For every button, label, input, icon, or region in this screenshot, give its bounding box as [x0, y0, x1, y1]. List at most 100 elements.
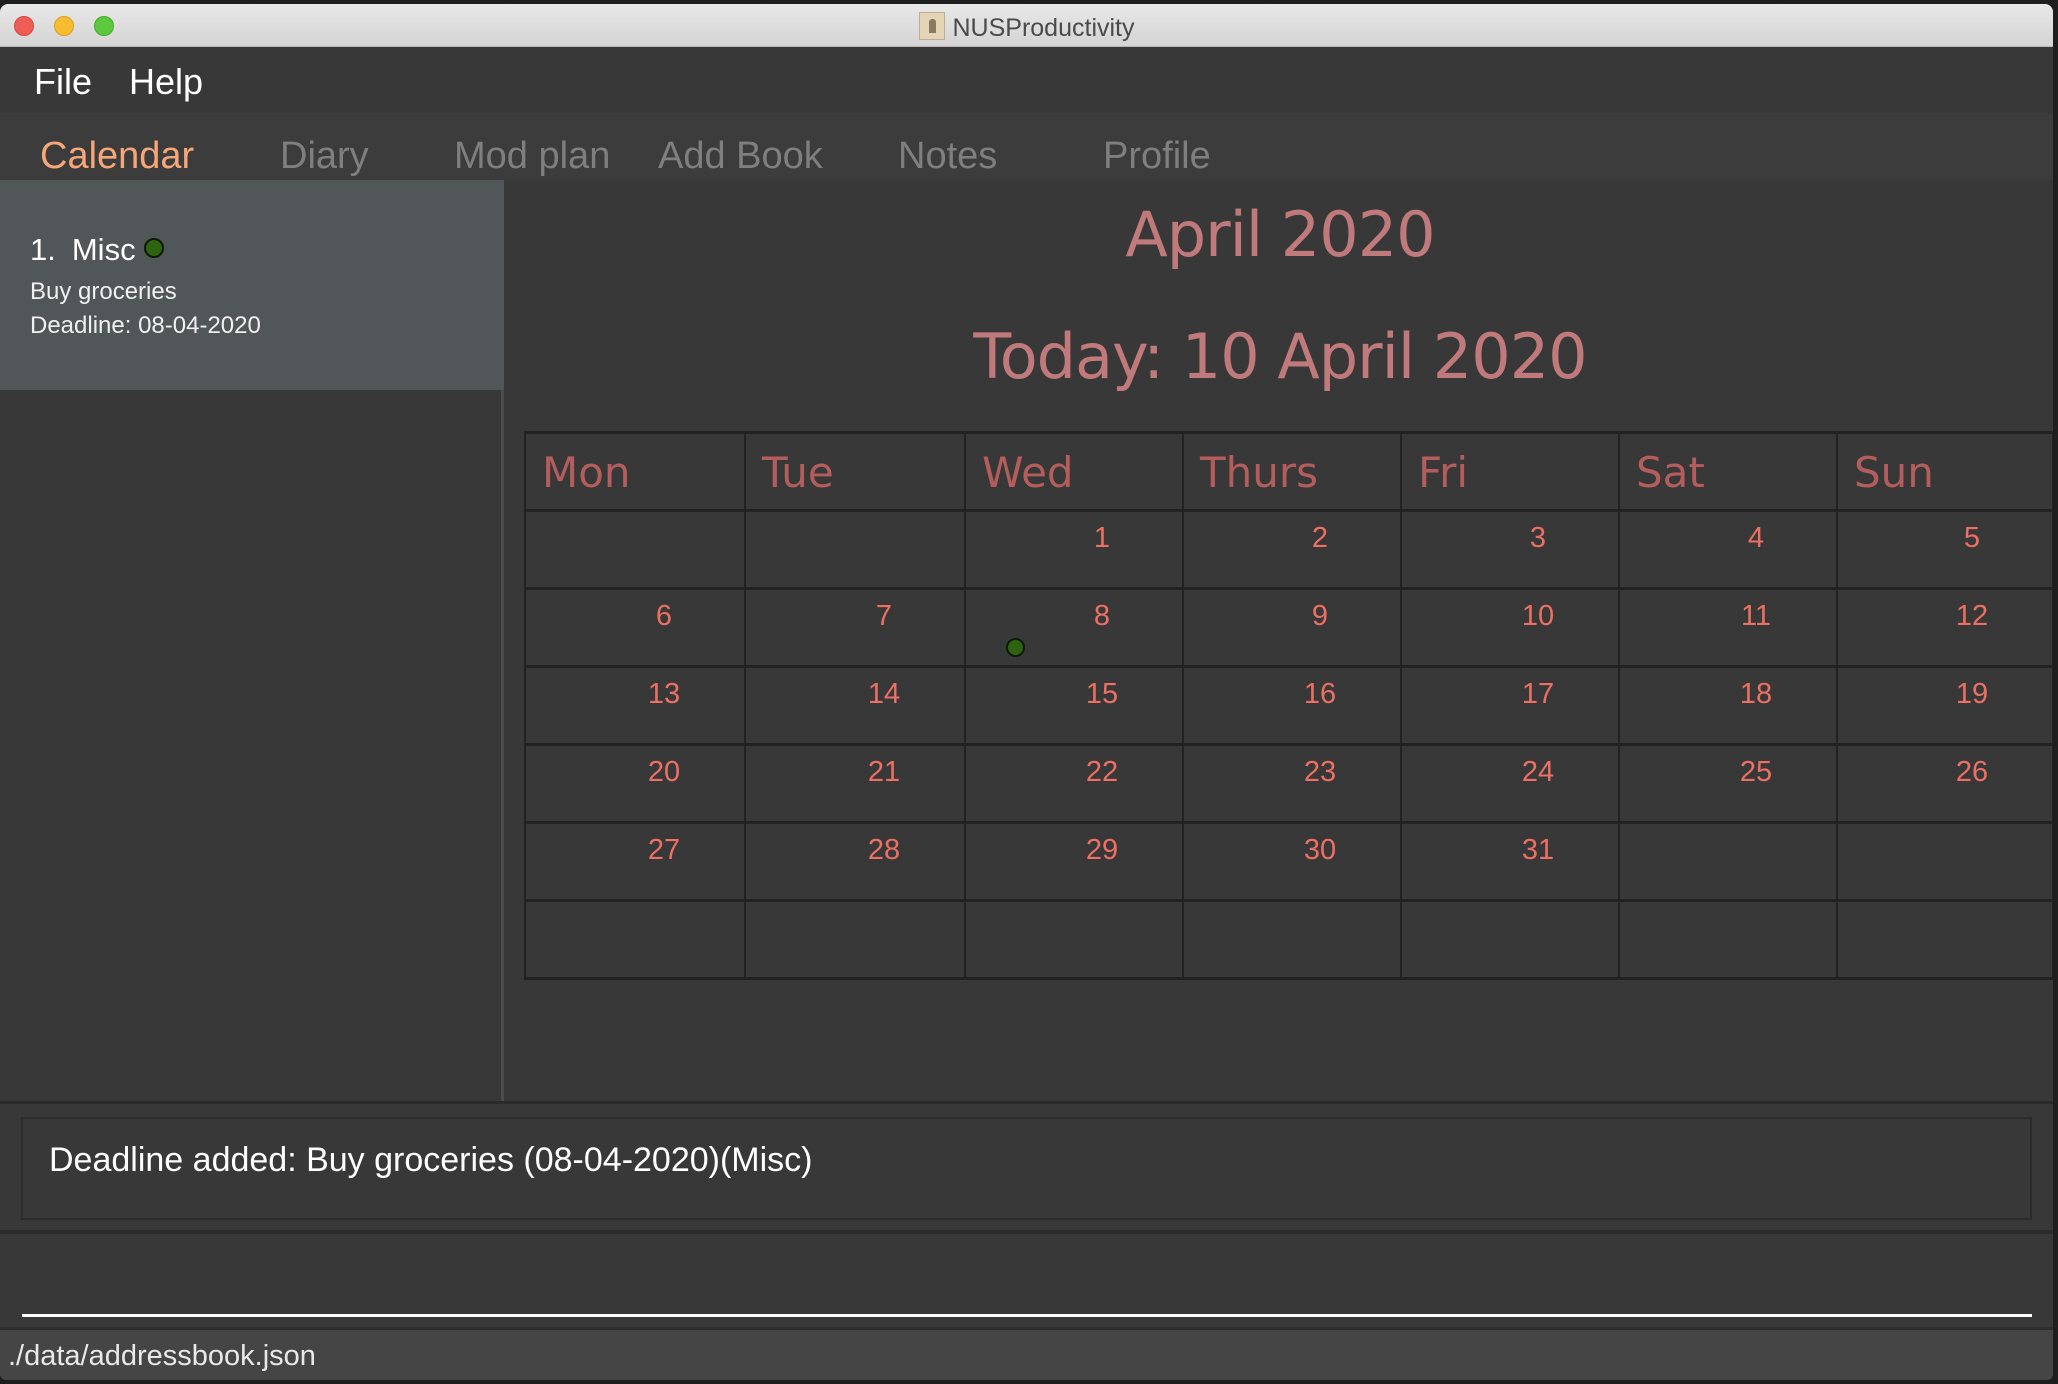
deadline-category: Misc	[71, 232, 136, 267]
weekday-header-cell: Sun	[1838, 434, 2053, 509]
day-cell[interactable]: 3	[1402, 512, 1620, 587]
day-cell[interactable]: 19	[1838, 668, 2053, 743]
calendar-grid: Mon Tue Wed Thurs Fri Sat Sun 1 2 3 4 5 6 7 8 9 10 11 12 13…	[524, 431, 2053, 980]
day-number: 27	[647, 834, 681, 866]
window-title-wrap: NUSProductivity	[0, 12, 2053, 43]
day-cell[interactable]: 4	[1620, 512, 1838, 587]
day-number: 11	[1740, 600, 1772, 632]
day-cell[interactable]: 18	[1620, 668, 1838, 743]
day-cell[interactable]: 22	[966, 746, 1184, 821]
weekday-header-cell: Thurs	[1184, 434, 1402, 509]
day-cell[interactable]: 11	[1620, 590, 1838, 665]
empty-day-cell	[1838, 824, 2053, 899]
day-cell[interactable]: 10	[1402, 590, 1620, 665]
day-number: 10	[1521, 600, 1555, 632]
day-cell[interactable]: 13	[526, 668, 746, 743]
menu-help[interactable]: Help	[129, 61, 203, 103]
day-number: 29	[1085, 834, 1119, 866]
day-cell[interactable]: 31	[1402, 824, 1620, 899]
tab-calendar[interactable]: Calendar	[40, 135, 194, 178]
day-cell[interactable]: 2	[1184, 512, 1402, 587]
day-cell[interactable]: 16	[1184, 668, 1402, 743]
weekday-label: Fri	[1418, 448, 1469, 497]
day-number: 30	[1303, 834, 1337, 866]
day-number: 6	[655, 600, 673, 632]
tab-add-book[interactable]: Add Book	[658, 135, 823, 178]
empty-day-cell	[1620, 824, 1838, 899]
day-cell[interactable]: 12	[1838, 590, 2053, 665]
result-message: Deadline added: Buy groceries (08-04-202…	[49, 1141, 813, 1179]
tab-notes[interactable]: Notes	[898, 135, 997, 178]
day-number: 16	[1303, 678, 1337, 710]
deadline-list-item[interactable]: 1. Misc Buy groceries Deadline: 08-04-202…	[0, 180, 504, 390]
day-cell[interactable]: 17	[1402, 668, 1620, 743]
day-cell[interactable]: 1	[966, 512, 1184, 587]
day-cell[interactable]: 5	[1838, 512, 2053, 587]
menu-bar: File Help	[0, 47, 2053, 113]
day-cell[interactable]: 9	[1184, 590, 1402, 665]
command-input[interactable]	[22, 1244, 2032, 1317]
day-cell[interactable]: 15	[966, 668, 1184, 743]
day-cell[interactable]: 27	[526, 824, 746, 899]
tab-diary[interactable]: Diary	[280, 135, 369, 178]
result-display: Deadline added: Buy groceries (08-04-202…	[21, 1117, 2032, 1220]
title-bar: NUSProductivity	[0, 4, 2053, 47]
day-cell[interactable]: 24	[1402, 746, 1620, 821]
day-cell[interactable]: 23	[1184, 746, 1402, 821]
day-number: 28	[867, 834, 901, 866]
empty-day-cell	[526, 512, 746, 587]
day-cell[interactable]: 14	[746, 668, 966, 743]
day-number: 7	[875, 600, 893, 632]
weekday-label: Thurs	[1200, 448, 1319, 497]
day-number: 22	[1085, 756, 1119, 788]
week-row: 13 14 15 16 17 18 19	[526, 668, 2053, 746]
day-cell[interactable]: 20	[526, 746, 746, 821]
day-number: 12	[1955, 600, 1989, 632]
day-number: 9	[1311, 600, 1329, 632]
menu-file[interactable]: File	[34, 61, 92, 103]
empty-day-cell	[1402, 902, 1620, 977]
day-cell[interactable]: 29	[966, 824, 1184, 899]
week-row: 20 21 22 23 24 25 26	[526, 746, 2053, 824]
day-cell[interactable]: 25	[1620, 746, 1838, 821]
day-number: 8	[1093, 600, 1111, 632]
result-display-area: Deadline added: Buy groceries (08-04-202…	[0, 1104, 2053, 1232]
save-location-path: ./data/addressbook.json	[8, 1340, 316, 1372]
day-cell[interactable]: 6	[526, 590, 746, 665]
calendar-panel: April 2020 Today: 10 April 2020 Mon Tue We…	[507, 180, 2053, 1101]
tab-profile[interactable]: Profile	[1103, 135, 1211, 178]
weekday-label: Mon	[542, 448, 631, 497]
weekday-label: Sat	[1636, 448, 1705, 497]
week-row	[526, 902, 2053, 980]
day-number: 19	[1955, 678, 1989, 710]
day-number: 20	[647, 756, 681, 788]
day-number: 15	[1085, 678, 1119, 710]
tab-mod-plan[interactable]: Mod plan	[454, 135, 610, 178]
category-color-dot-icon	[143, 238, 164, 258]
day-cell[interactable]: 7	[746, 590, 966, 665]
day-number: 14	[867, 678, 901, 710]
weekday-header-cell: Mon	[526, 434, 746, 509]
day-number: 21	[867, 756, 901, 788]
day-cell[interactable]: 30	[1184, 824, 1402, 899]
day-number: 13	[647, 678, 681, 710]
weekday-header-cell: Fri	[1402, 434, 1620, 509]
weekday-header-cell: Sat	[1620, 434, 1838, 509]
day-number: 26	[1955, 756, 1989, 788]
weekday-label: Sun	[1854, 448, 1934, 497]
day-cell[interactable]: 26	[1838, 746, 2053, 821]
day-cell[interactable]: 28	[746, 824, 966, 899]
tab-bar: Calendar Diary Mod plan Add Book Notes P…	[0, 113, 2053, 180]
deadline-list-panel: 1. Misc Buy groceries Deadline: 08-04-202…	[0, 180, 504, 1101]
weekday-label: Tue	[762, 448, 834, 497]
day-cell[interactable]: 8	[966, 590, 1184, 665]
week-row: 1 2 3 4 5	[526, 512, 2053, 590]
window-title: NUSProductivity	[952, 14, 1135, 42]
command-box-area	[0, 1234, 2053, 1327]
day-number: 24	[1521, 756, 1555, 788]
day-cell[interactable]: 21	[746, 746, 966, 821]
deadline-date: Deadline: 08-04-2020	[30, 312, 261, 339]
empty-day-cell	[526, 902, 746, 977]
day-number: 25	[1739, 756, 1773, 788]
day-number: 31	[1521, 834, 1555, 866]
